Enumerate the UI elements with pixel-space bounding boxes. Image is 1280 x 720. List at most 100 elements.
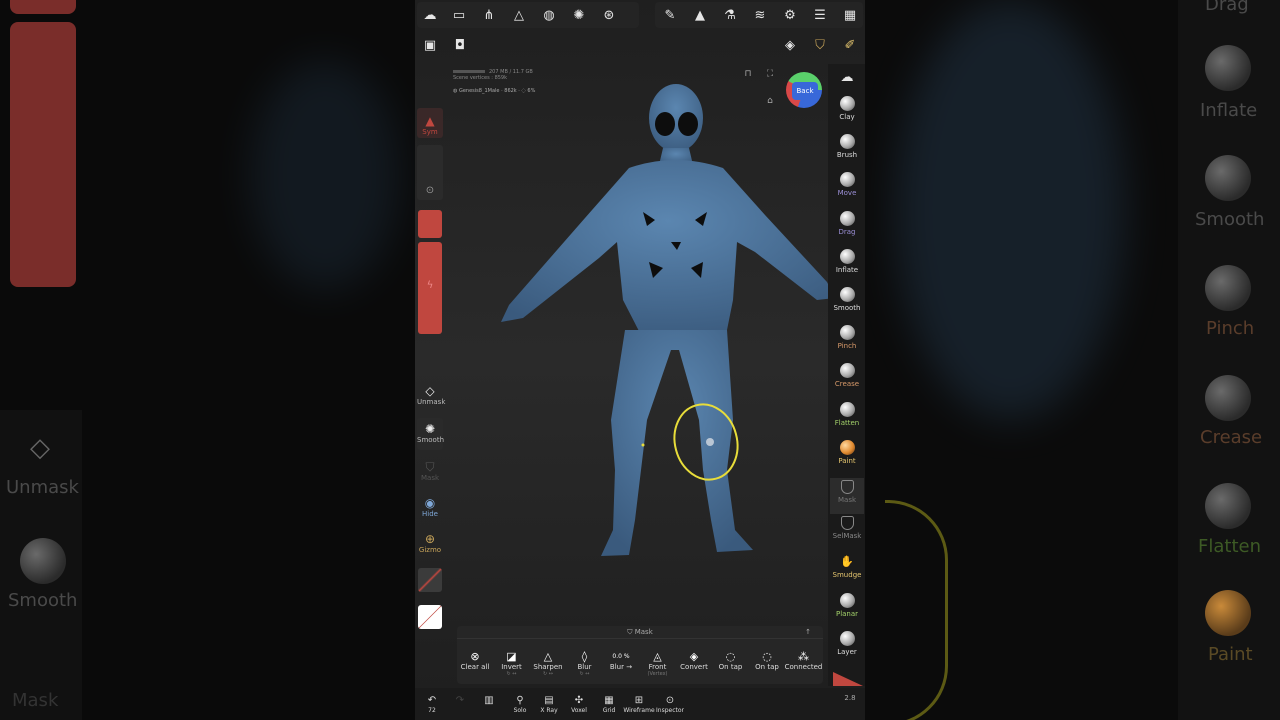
mask-action-label: Invert bbox=[501, 663, 522, 671]
color-swatch[interactable] bbox=[418, 605, 442, 629]
hide-icon: ◉ bbox=[424, 496, 436, 510]
ghost-flatten-label: Flatten bbox=[1198, 536, 1261, 557]
mask-panel: ⛉ Mask ↑ ⊗ Clear all ◪ Invert ↻ ↔ △ Sharpen ↻ ↔… bbox=[457, 626, 823, 684]
tool-paint[interactable]: Paint bbox=[830, 439, 864, 465]
mask-action-icon: ◌ bbox=[762, 650, 772, 663]
mask-action-convert[interactable]: ◈ Convert bbox=[674, 650, 714, 671]
mask-action-icon: ◌ bbox=[725, 650, 736, 663]
tool-label: SelMask bbox=[832, 532, 862, 541]
tool-label: Mask bbox=[837, 496, 857, 504]
mask-action-label: Sharpen bbox=[533, 663, 563, 671]
brush-icon bbox=[839, 134, 855, 150]
toggle-x-ray[interactable]: ▤ X Ray bbox=[532, 694, 566, 714]
ghost-unmask-label: Unmask bbox=[6, 477, 79, 498]
ghost-smooth-icon bbox=[20, 538, 66, 584]
collapse-icon[interactable]: ↑ bbox=[805, 626, 811, 638]
material-swatch[interactable] bbox=[418, 568, 442, 592]
undo-count: 72 bbox=[428, 707, 436, 714]
mask-panel-icon: ⛉ bbox=[627, 628, 633, 636]
gizmo-label: Gizmo bbox=[418, 546, 442, 554]
toggle-inspector[interactable]: ⊙ Inspector bbox=[653, 694, 687, 714]
tool-drag[interactable]: Drag bbox=[830, 210, 864, 236]
mask-action-connected[interactable]: ⁂ Connected bbox=[784, 650, 824, 671]
mask-action-label: Blur → bbox=[609, 663, 633, 671]
toggle-voxel[interactable]: ✣ Voxel bbox=[562, 694, 596, 714]
tool-label: Smooth bbox=[833, 304, 861, 312]
tool-label: Move bbox=[837, 189, 857, 198]
mask-action-icon: ◪ bbox=[506, 650, 517, 663]
x-ray-icon: ▤ bbox=[544, 695, 554, 706]
tool-mask[interactable]: Mask bbox=[830, 478, 864, 514]
tool-smudge[interactable]: ✋ Smudge bbox=[830, 554, 864, 579]
gizmo-button[interactable]: ⊕ Gizmo bbox=[417, 532, 443, 554]
mask-action-on-tap[interactable]: ◌ On tap bbox=[747, 650, 787, 671]
mask-action-sub: ↻ ↔ bbox=[506, 671, 517, 677]
mask-action-blur[interactable]: 0.0 % Blur → bbox=[601, 650, 641, 671]
intensity-slider[interactable]: ϟ bbox=[418, 242, 442, 334]
tool-planar[interactable]: Planar bbox=[830, 592, 864, 618]
tool-label: Drag bbox=[838, 227, 856, 236]
ghost-smooth-label: Smooth bbox=[8, 590, 78, 611]
mask-action-sharpen[interactable]: △ Sharpen ↻ ↔ bbox=[528, 650, 568, 677]
toggle-label: X Ray bbox=[540, 707, 558, 714]
mask-action-sub: ↻ ↔ bbox=[579, 671, 590, 677]
tool-selmask[interactable]: SelMask bbox=[830, 516, 864, 540]
tool-crease[interactable]: Crease bbox=[830, 363, 864, 388]
model-canvas[interactable] bbox=[415, 0, 865, 720]
ghost-pinch-icon bbox=[1205, 265, 1251, 311]
ghost-paint-label: Paint bbox=[1208, 644, 1253, 665]
mask-label: Mask bbox=[420, 474, 440, 482]
tool-clay[interactable]: Clay bbox=[830, 96, 864, 121]
tool-smooth[interactable]: Smooth bbox=[830, 287, 864, 312]
mask-action-invert[interactable]: ◪ Invert ↻ ↔ bbox=[492, 650, 532, 677]
tool-inflate[interactable]: Inflate bbox=[830, 248, 864, 274]
smooth-button[interactable]: ✺ Smooth bbox=[417, 422, 444, 444]
ghost-pinch-label: Pinch bbox=[1206, 318, 1255, 339]
mask-action-on-tap[interactable]: ◌ On tap bbox=[711, 650, 751, 671]
sidebar-logo-icon[interactable]: ☁ bbox=[836, 66, 858, 88]
mask-action-blur[interactable]: ◊ Blur ↻ ↔ bbox=[565, 650, 605, 677]
tool-move[interactable]: Move bbox=[830, 172, 864, 197]
move-icon bbox=[839, 172, 855, 188]
hide-button[interactable]: ◉ Hide bbox=[417, 496, 443, 518]
selmask-icon bbox=[840, 516, 854, 531]
paint-icon bbox=[839, 439, 855, 455]
scale-value: 2.8 bbox=[844, 694, 856, 702]
mask-action-front[interactable]: ◬ Front (Vertex) bbox=[638, 650, 678, 677]
right-blurred-backdrop: Drag Inflate Smooth Pinch Crease Flatten… bbox=[865, 0, 1280, 720]
ghost-eraser-icon: ◇ bbox=[30, 433, 50, 463]
trash-icon: ▥ bbox=[484, 695, 494, 706]
mask-action-clear-all[interactable]: ⊗ Clear all bbox=[455, 650, 495, 671]
tool-label: Flatten bbox=[834, 418, 860, 427]
symmetry-point bbox=[641, 443, 645, 447]
toggle-wireframe[interactable]: ⊞ Wireframe bbox=[622, 694, 656, 714]
toggle-label: Voxel bbox=[571, 707, 587, 714]
tool-flatten[interactable]: Flatten bbox=[830, 401, 864, 427]
eraser-icon: ◇ bbox=[425, 384, 435, 398]
drag-icon bbox=[839, 210, 855, 226]
ghost-smooth-icon bbox=[1205, 155, 1251, 201]
left-blurred-backdrop: ◇ Unmask Smooth Mask bbox=[0, 0, 415, 720]
unmask-button[interactable]: ◇ Unmask bbox=[417, 384, 445, 406]
symmetry-toggle[interactable]: ▲ Sym bbox=[417, 114, 443, 136]
tool-pinch[interactable]: Pinch bbox=[830, 325, 864, 350]
crease-icon bbox=[839, 363, 855, 379]
delete-button[interactable]: ▥ bbox=[472, 694, 506, 707]
pinch-icon bbox=[839, 325, 855, 341]
tool-layer[interactable]: Layer bbox=[830, 630, 864, 656]
tool-brush[interactable]: Brush bbox=[830, 134, 864, 159]
mask-action-sub: (Vertex) bbox=[647, 671, 668, 677]
tool-label: Paint bbox=[838, 456, 856, 465]
mask-action-label: Front bbox=[648, 663, 667, 671]
tool-label: Pinch bbox=[837, 342, 857, 351]
symmetry-icon: ▲ bbox=[425, 114, 435, 128]
tool-label: Clay bbox=[839, 113, 855, 121]
mask-button[interactable]: ⛉ Mask bbox=[417, 460, 443, 482]
mask-action-label: Blur bbox=[577, 663, 592, 671]
intensity-swatch[interactable] bbox=[418, 210, 442, 238]
inflate-icon bbox=[839, 248, 855, 264]
mask-action-icon: ◊ bbox=[581, 650, 588, 663]
toggle-grid[interactable]: ▦ Grid bbox=[592, 694, 626, 714]
nomad-viewport[interactable]: ☁ ▭ ⋔ △ ◍ ✺ ⊛ ▣ ◘ ✎ ▲ ⚗ ≋ ⚙ ☰ ▦ ◈ ⛉ ✐ 20… bbox=[415, 0, 865, 720]
symmetry-label: Sym bbox=[422, 128, 438, 136]
